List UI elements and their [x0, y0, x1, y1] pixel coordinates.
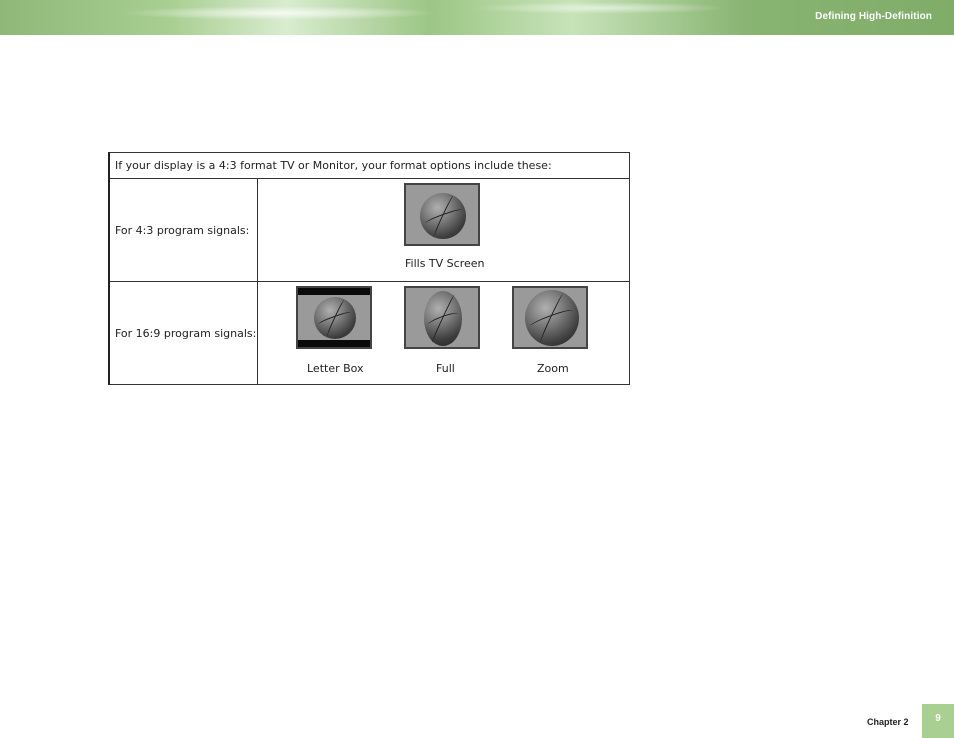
header-band: Defining High-Definition	[0, 0, 954, 35]
footer-chapter-label: Chapter 2	[867, 717, 909, 727]
table-row: For 4:3 program signals: Fills TV Screen	[108, 178, 630, 282]
format-options-table: If your display is a 4:3 format TV or Mo…	[108, 152, 630, 385]
fills-tv-screen-image	[404, 183, 480, 246]
basketball-icon	[314, 297, 356, 339]
caption-fills-tv-screen: Fills TV Screen	[405, 257, 485, 270]
image-cell-4-3: Fills TV Screen	[257, 178, 630, 282]
letterbox-bar	[298, 340, 370, 347]
row-label-4-3: For 4:3 program signals:	[108, 178, 258, 282]
caption-letter-box: Letter Box	[307, 362, 364, 375]
zoom-image	[512, 286, 588, 349]
header-sheen	[120, 6, 440, 20]
letter-box-image	[296, 286, 372, 349]
caption-zoom: Zoom	[537, 362, 569, 375]
basketball-icon	[424, 291, 462, 346]
basketball-icon	[525, 290, 579, 346]
table-row: For 16:9 program signals: Letter Box Ful…	[108, 281, 630, 385]
image-cell-16-9: Letter Box Full Zoom	[257, 281, 630, 385]
caption-full: Full	[436, 362, 455, 375]
page-number: 9	[935, 713, 941, 724]
running-header-title: Defining High-Definition	[815, 11, 932, 22]
table-intro: If your display is a 4:3 format TV or Mo…	[108, 152, 630, 179]
row-label-16-9: For 16:9 program signals:	[108, 281, 258, 385]
letterbox-bar	[298, 288, 370, 295]
basketball-icon	[420, 193, 466, 239]
header-sheen	[470, 2, 730, 14]
full-image	[404, 286, 480, 349]
